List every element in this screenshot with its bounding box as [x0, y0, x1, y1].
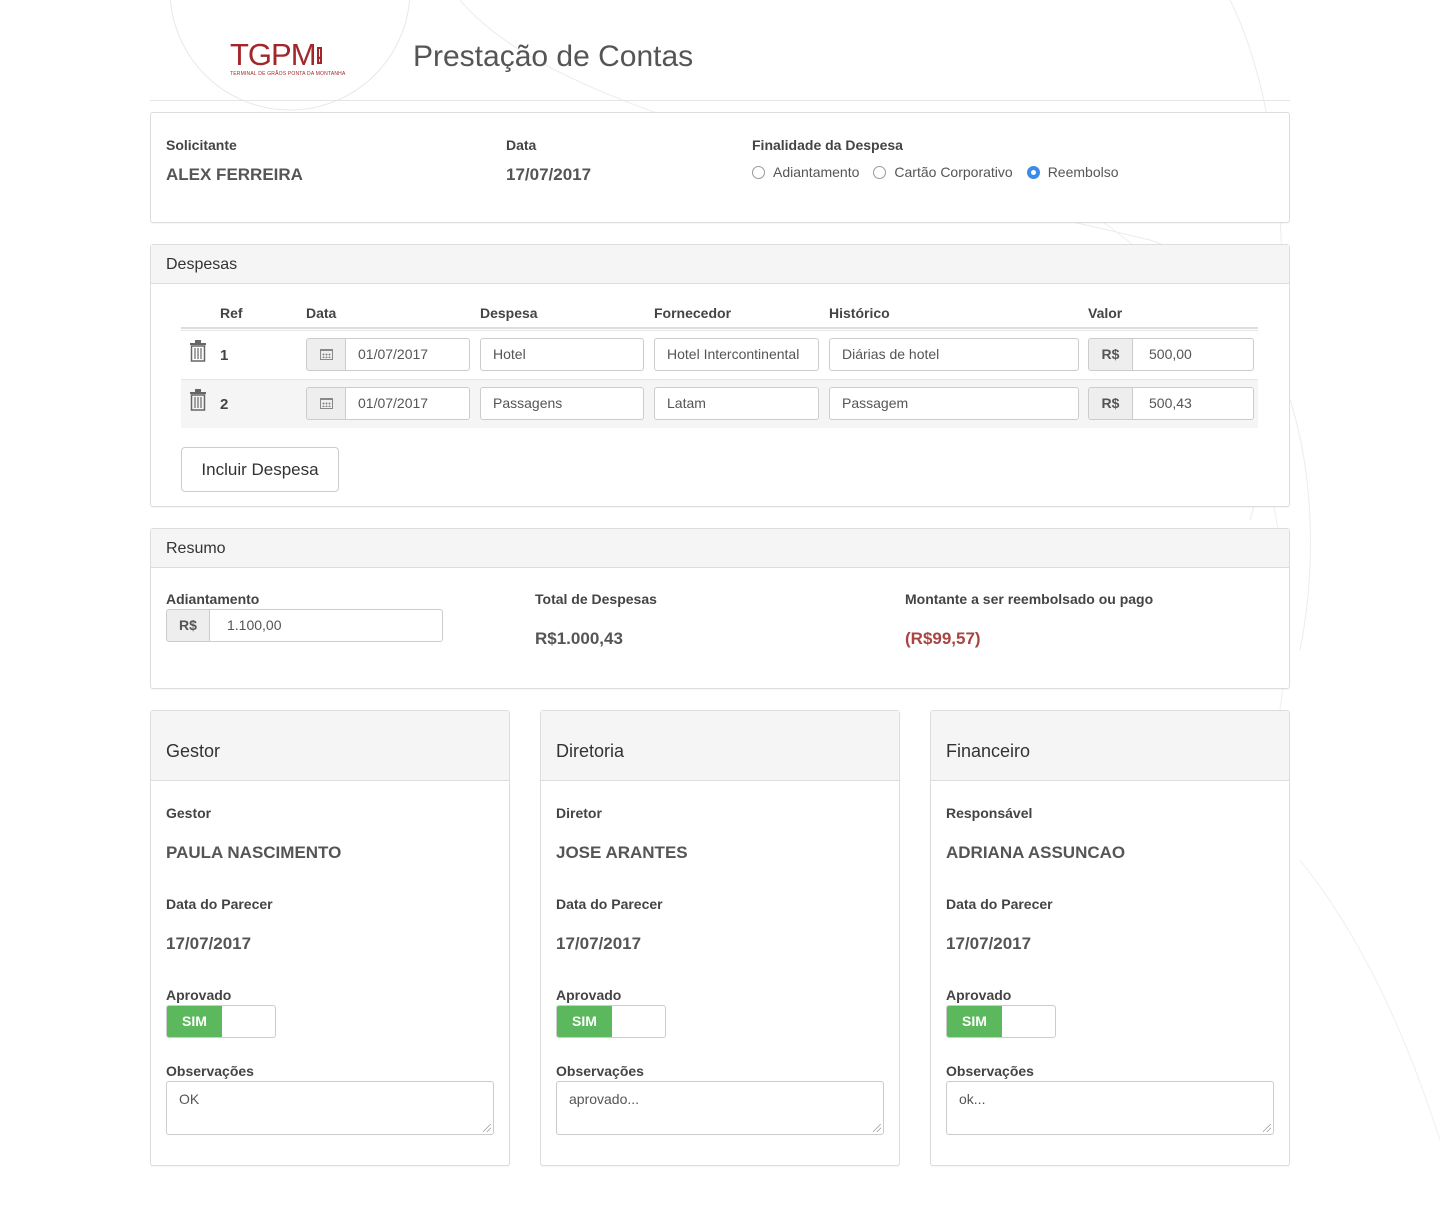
radio-adiantamento[interactable]: Adiantamento: [752, 164, 859, 180]
row-ref: 1: [220, 347, 229, 364]
date-value: 17/07/2017: [946, 934, 1032, 953]
date-label: Data do Parecer: [166, 896, 273, 912]
adiantamento-input[interactable]: 1.100,00: [209, 609, 443, 642]
row-historico-input[interactable]: Passagem: [829, 387, 1079, 420]
date-label: Data do Parecer: [556, 896, 663, 912]
obs-label: Observações: [556, 1063, 644, 1079]
solicitante-label: Solicitante: [166, 137, 237, 153]
adiantamento-label: Adiantamento: [166, 591, 260, 607]
table-row: 2 01/07/2017 Passagens Latam Passagem R$…: [181, 379, 1258, 428]
card-title: Gestor: [151, 711, 509, 781]
montante-label: Montante a ser reembolsado ou pago: [905, 591, 1154, 607]
approved-label: Aprovado: [166, 987, 232, 1003]
col-data: Data: [306, 305, 337, 321]
solicitante-value: ALEX FERREIRA: [166, 165, 303, 184]
row-despesa-input[interactable]: Hotel: [480, 338, 644, 371]
row-valor-input[interactable]: 500,43: [1132, 387, 1254, 420]
person-value: JOSE ARANTES: [556, 843, 688, 862]
card-title: Financeiro: [931, 711, 1289, 781]
card-title: Diretoria: [541, 711, 899, 781]
approval-cards: Gestor Gestor PAULA NASCIMENTO Data do P…: [150, 710, 1290, 1166]
despesas-title: Despesas: [151, 245, 1289, 284]
resize-grip-icon[interactable]: [483, 1124, 491, 1132]
resize-grip-icon[interactable]: [1263, 1124, 1271, 1132]
col-fornecedor: Fornecedor: [654, 305, 732, 321]
person-label: Gestor: [166, 805, 212, 821]
toggle-on-label: SIM: [947, 1006, 1002, 1037]
person-label: Responsável: [946, 805, 1033, 821]
col-despesa: Despesa: [480, 305, 538, 321]
currency-addon: R$: [166, 609, 210, 642]
col-ref: Ref: [220, 305, 243, 321]
date-label: Data do Parecer: [946, 896, 1053, 912]
obs-textarea[interactable]: OK: [166, 1081, 494, 1135]
calendar-icon[interactable]: [306, 338, 346, 371]
row-valor-input[interactable]: 500,00: [1132, 338, 1254, 371]
currency-addon: R$: [1088, 338, 1133, 371]
approved-toggle[interactable]: SIM: [946, 1005, 1056, 1038]
montante-value: (R$99,57): [905, 629, 981, 648]
trash-icon[interactable]: [189, 340, 207, 362]
logo-emblem: [316, 46, 322, 64]
trash-icon[interactable]: [189, 389, 207, 411]
approved-toggle[interactable]: SIM: [166, 1005, 276, 1038]
radio-selected-icon[interactable]: [1026, 165, 1040, 179]
row-date-input[interactable]: 01/07/2017: [345, 387, 470, 420]
date-value: 17/07/2017: [556, 934, 642, 953]
obs-textarea[interactable]: ok...: [946, 1081, 1274, 1135]
toggle-on-label: SIM: [557, 1006, 612, 1037]
row-despesa-input[interactable]: Passagens: [480, 387, 644, 420]
approval-card-diretoria: Diretoria Diretor JOSE ARANTES Data do P…: [540, 710, 900, 1166]
obs-label: Observações: [946, 1063, 1034, 1079]
row-historico-input[interactable]: Diárias de hotel: [829, 338, 1079, 371]
despesas-table-header: Ref Data Despesa Fornecedor Histórico Va…: [181, 303, 1258, 329]
resize-grip-icon[interactable]: [873, 1124, 881, 1132]
resumo-title: Resumo: [151, 529, 1289, 568]
obs-label: Observações: [166, 1063, 254, 1079]
total-despesas-label: Total de Despesas: [535, 591, 657, 607]
approval-card-gestor: Gestor Gestor PAULA NASCIMENTO Data do P…: [150, 710, 510, 1166]
person-value: PAULA NASCIMENTO: [166, 843, 342, 862]
currency-addon: R$: [1088, 387, 1133, 420]
col-valor: Valor: [1088, 305, 1123, 321]
row-date-input[interactable]: 01/07/2017: [345, 338, 470, 371]
incluir-despesa-button[interactable]: Incluir Despesa: [181, 447, 339, 492]
calendar-icon[interactable]: [306, 387, 346, 420]
radio-icon[interactable]: [873, 165, 887, 179]
page-title: Prestação de Contas: [413, 40, 694, 73]
resumo-panel: Resumo Adiantamento R$ 1.100,00 Total de…: [150, 528, 1290, 689]
total-despesas-value: R$1.000,43: [535, 629, 623, 648]
radio-reembolso[interactable]: Reembolso: [1026, 164, 1119, 180]
date-value: 17/07/2017: [166, 934, 252, 953]
person-value: ADRIANA ASSUNCAO: [946, 843, 1126, 862]
approved-toggle[interactable]: SIM: [556, 1005, 666, 1038]
data-value: 17/07/2017: [506, 165, 592, 184]
despesas-panel: Despesas Ref Data Despesa Fornecedor His…: [150, 244, 1290, 507]
request-info-panel: Solicitante ALEX FERREIRA Data 17/07/201…: [150, 112, 1290, 223]
col-historico: Histórico: [829, 305, 890, 321]
row-ref: 2: [220, 396, 229, 413]
table-row: 1 01/07/2017 Hotel Hotel Intercontinenta…: [181, 330, 1258, 379]
company-logo: TGPM TERMINAL DE GRÃOS PONTA DA MONTANHA: [230, 37, 346, 77]
data-label: Data: [506, 137, 537, 153]
toggle-on-label: SIM: [167, 1006, 222, 1037]
finalidade-label: Finalidade da Despesa: [752, 137, 903, 153]
finalidade-radio-group: Adiantamento Cartão Corporativo Reembols…: [752, 164, 1133, 180]
approved-label: Aprovado: [556, 987, 622, 1003]
radio-icon[interactable]: [752, 165, 765, 179]
radio-cartao-corporativo[interactable]: Cartão Corporativo: [873, 164, 1013, 180]
row-fornecedor-input[interactable]: Hotel Intercontinental: [654, 338, 819, 371]
person-label: Diretor: [556, 805, 602, 821]
approval-card-financeiro: Financeiro Responsável ADRIANA ASSUNCAO …: [930, 710, 1290, 1166]
page-header: TGPM TERMINAL DE GRÃOS PONTA DA MONTANHA…: [150, 0, 1290, 101]
obs-textarea[interactable]: aprovado...: [556, 1081, 884, 1135]
row-fornecedor-input[interactable]: Latam: [654, 387, 819, 420]
approved-label: Aprovado: [946, 987, 1012, 1003]
page-container: TGPM TERMINAL DE GRÃOS PONTA DA MONTANHA…: [150, 0, 1290, 1166]
